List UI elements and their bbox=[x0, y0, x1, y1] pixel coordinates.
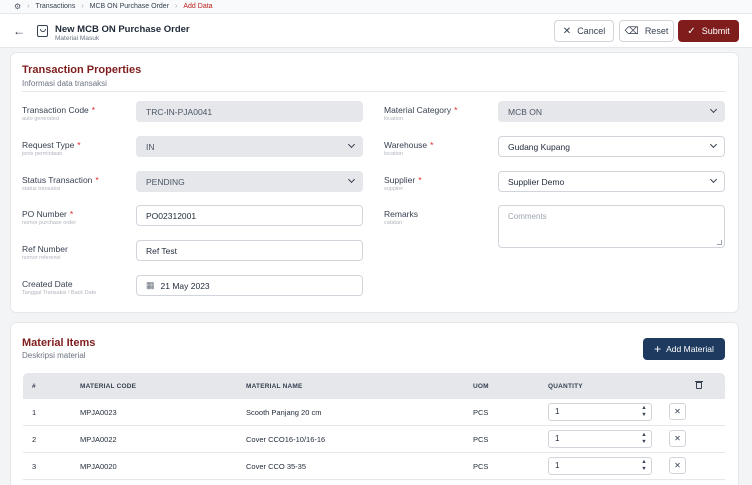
material-code: MPJA0023 bbox=[80, 408, 117, 417]
remarks-textarea[interactable]: Comments bbox=[498, 205, 725, 248]
back-arrow-icon[interactable]: ← bbox=[12, 24, 26, 38]
po-number-hint: nomor purchase order bbox=[22, 220, 77, 226]
material-code: MPJA0022 bbox=[80, 435, 117, 444]
resize-handle-icon[interactable] bbox=[717, 240, 722, 245]
table-row: 2 MPJA0022 Cover CCO16-10/16-16 PCS 1 ▲ ▼ … bbox=[23, 426, 725, 453]
status-label: Status Transaction * bbox=[22, 175, 99, 185]
created-date-picker[interactable]: ▦ 21 May 2023 bbox=[136, 275, 363, 296]
table-header: # MATERIAL CODE MATERIAL NAME UOM QUANTI… bbox=[23, 373, 725, 399]
warehouse-hint: location bbox=[384, 151, 403, 157]
status-hint: status transaksi bbox=[22, 186, 61, 192]
row-number: 3 bbox=[32, 462, 37, 471]
quantity-input[interactable]: 1 ▲ ▼ bbox=[548, 457, 652, 475]
plus-icon: + bbox=[654, 342, 662, 356]
request-type-hint: jenis permintaan bbox=[22, 151, 63, 157]
row-number: 1 bbox=[32, 408, 37, 417]
uom: PCS bbox=[473, 462, 489, 471]
row-number: 2 bbox=[32, 435, 37, 444]
remove-row-button[interactable]: ✕ bbox=[669, 403, 686, 420]
supplier-label: Supplier * bbox=[384, 175, 422, 185]
uom: PCS bbox=[473, 435, 489, 444]
material-name: Cover CCO16-10/16-16 bbox=[246, 435, 326, 444]
column-header: UOM bbox=[473, 383, 489, 390]
backspace-icon: ⌫ bbox=[624, 25, 639, 37]
material-category-label: Material Category * bbox=[384, 105, 458, 115]
chevron-down-icon bbox=[709, 140, 718, 149]
calendar-icon: ▦ bbox=[146, 280, 155, 290]
warehouse-select[interactable]: Gudang Kupang bbox=[498, 136, 725, 157]
request-type-label: Request Type * bbox=[22, 140, 81, 150]
uom: PCS bbox=[473, 408, 489, 417]
stepper-icon[interactable]: ▲ ▼ bbox=[639, 459, 649, 473]
cancel-button[interactable]: ✕ Cancel bbox=[554, 20, 614, 42]
check-icon: ✓ bbox=[687, 25, 696, 37]
ref-number-input[interactable]: Ref Test bbox=[136, 240, 363, 261]
breadcrumb-item-purchase-order[interactable]: MCB ON Purchase Order bbox=[90, 3, 169, 10]
close-icon: ✕ bbox=[562, 25, 572, 37]
submit-label: Submit bbox=[701, 26, 730, 36]
chevron-right-icon: › bbox=[81, 3, 84, 10]
ref-number-hint: nomor referensi bbox=[22, 255, 61, 261]
remove-row-button[interactable]: ✕ bbox=[669, 430, 686, 447]
ref-number-label: Ref Number bbox=[22, 244, 68, 254]
divider bbox=[22, 91, 726, 92]
add-material-button[interactable]: + Add Material bbox=[643, 338, 725, 360]
warehouse-label: Warehouse * bbox=[384, 140, 434, 150]
clipboard-icon bbox=[37, 25, 48, 37]
page-title: New MCB ON Purchase Order bbox=[55, 24, 190, 35]
chevron-down-icon bbox=[709, 175, 718, 184]
transaction-code-label: Transaction Code * bbox=[22, 105, 96, 115]
reset-button[interactable]: ⌫ Reset bbox=[619, 20, 674, 42]
section-subtitle: Deskripsi material bbox=[22, 351, 86, 360]
breadcrumb: ⚙ › Transactions › MCB ON Purchase Order… bbox=[0, 0, 752, 14]
column-header: # bbox=[32, 383, 36, 390]
transaction-code-hint: auto generated bbox=[22, 116, 60, 122]
quantity-input[interactable]: 1 ▲ ▼ bbox=[548, 403, 652, 421]
submit-button[interactable]: ✓ Submit bbox=[678, 20, 739, 42]
po-number-label: PO Number * bbox=[22, 209, 74, 219]
remarks-label: Remarks bbox=[384, 209, 419, 219]
reset-label: Reset bbox=[644, 26, 669, 36]
page-subtitle: Material Masuk bbox=[55, 35, 100, 42]
remarks-hint: catatan bbox=[384, 220, 403, 226]
chevron-down-icon bbox=[709, 105, 718, 114]
settings-icon[interactable]: ⚙ bbox=[14, 2, 21, 11]
column-header: QUANTITY bbox=[548, 383, 583, 390]
material-category-select[interactable]: MCB ON bbox=[498, 101, 725, 122]
created-date-hint: Tanggal Transaksi / Back Date bbox=[22, 290, 97, 296]
po-number-input[interactable]: PO02312001 bbox=[136, 205, 363, 226]
remove-row-button[interactable]: ✕ bbox=[669, 457, 686, 474]
quantity-input[interactable]: 1 ▲ ▼ bbox=[548, 430, 652, 448]
breadcrumb-item-add-data: Add Data bbox=[183, 3, 213, 10]
stepper-icon[interactable]: ▲ ▼ bbox=[639, 432, 649, 446]
status-select[interactable]: PENDING bbox=[136, 171, 363, 192]
material-name: Scooth Panjang 20 cm bbox=[246, 408, 322, 417]
request-type-select[interactable]: IN bbox=[136, 136, 363, 157]
section-title: Material Items bbox=[22, 337, 96, 349]
breadcrumb-item-transactions[interactable]: Transactions bbox=[36, 3, 76, 10]
add-material-label: Add Material bbox=[666, 344, 714, 354]
section-subtitle: Informasi data transaksi bbox=[22, 79, 107, 88]
material-name: Cover CCO 35-35 bbox=[246, 462, 307, 471]
material-code: MPJA0020 bbox=[80, 462, 117, 471]
material-category-hint: location bbox=[384, 116, 403, 122]
cancel-label: Cancel bbox=[577, 26, 606, 36]
column-header: MATERIAL NAME bbox=[246, 383, 303, 390]
trash-icon bbox=[695, 380, 703, 389]
transaction-code-field: TRC-IN-PJA0041 bbox=[136, 101, 363, 122]
column-header: MATERIAL CODE bbox=[80, 383, 137, 390]
chevron-right-icon: › bbox=[27, 3, 30, 10]
section-title: Transaction Properties bbox=[22, 64, 142, 76]
chevron-down-icon bbox=[347, 175, 356, 184]
chevron-right-icon: › bbox=[175, 3, 178, 10]
supplier-hint: supplier bbox=[384, 186, 404, 192]
page-header: ← New MCB ON Purchase Order Material Mas… bbox=[0, 14, 752, 48]
created-date-label: Created Date bbox=[22, 279, 73, 289]
supplier-select[interactable]: Supplier Demo bbox=[498, 171, 725, 192]
chevron-down-icon bbox=[347, 140, 356, 149]
table-row: 3 MPJA0020 Cover CCO 35-35 PCS 1 ▲ ▼ ✕ bbox=[23, 453, 725, 480]
stepper-icon[interactable]: ▲ ▼ bbox=[639, 405, 649, 419]
table-row: 1 MPJA0023 Scooth Panjang 20 cm PCS 1 ▲ ▼ … bbox=[23, 399, 725, 426]
